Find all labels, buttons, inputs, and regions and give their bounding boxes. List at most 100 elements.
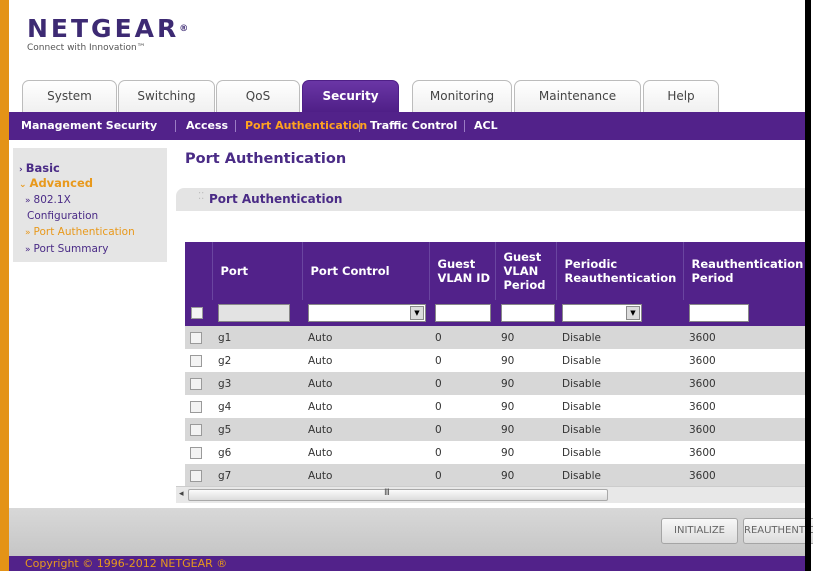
table-row[interactable]: g7 Auto 0 90 Disable 3600 [185, 464, 805, 486]
cell-port: g5 [212, 418, 302, 441]
initialize-button[interactable]: INITIALIZE [661, 518, 738, 544]
filter-row: ▼ ▼ [185, 300, 805, 326]
tab-help[interactable]: Help [643, 80, 719, 112]
cell-periodic-reauth: Disable [556, 349, 683, 372]
header-port[interactable]: Port [212, 242, 303, 300]
subnav-port-authentication[interactable]: Port Authentication [245, 112, 367, 140]
subnav-acl[interactable]: ACL [474, 112, 498, 140]
drag-grip-icon: ⁚⁚ [198, 191, 205, 202]
dropdown-arrow-icon: ▼ [626, 306, 640, 320]
row-checkbox-cell [185, 372, 212, 395]
tab-maintenance[interactable]: Maintenance [514, 80, 641, 112]
dropdown-arrow-icon: ▼ [410, 306, 424, 320]
nav-item-8021x[interactable]: » 802.1X [25, 194, 71, 206]
brand-name: NETGEAR [27, 14, 180, 43]
reauth-period-input[interactable] [689, 304, 749, 322]
cell-periodic-reauth: Disable [556, 464, 683, 486]
periodic-reauth-select[interactable]: ▼ [562, 304, 642, 322]
window-right-edge [805, 0, 811, 571]
section-title: Port Authentication [209, 192, 343, 206]
row-checkbox[interactable] [190, 377, 202, 390]
brand-reg: ® [179, 24, 192, 34]
cell-guest-vlan-period: 90 [495, 349, 556, 372]
table-row[interactable]: g1 Auto 0 90 Disable 3600 [185, 326, 805, 349]
tab-qos[interactable]: QoS [216, 80, 300, 112]
cell-periodic-reauth: Disable [556, 372, 683, 395]
nav-item-label: 802.1X [33, 194, 71, 206]
row-checkbox[interactable] [190, 469, 202, 482]
table-header-row: Port Port Control Guest VLAN ID Guest VLAN… [185, 242, 805, 300]
port-auth-table-container: Port Port Control Guest VLAN ID Guest VLAN… [185, 242, 805, 486]
port-filter-input[interactable] [218, 304, 290, 322]
nav-advanced-label: Advanced [29, 176, 93, 190]
header-guest-vlan-id[interactable]: Guest VLAN ID [429, 242, 496, 300]
cell-port-control: Auto [302, 395, 429, 418]
cell-reauth-period: 3600 [683, 418, 805, 441]
double-chevron-icon: » [25, 228, 31, 238]
reauthenticate-button[interactable]: REAUTHENTICA [743, 518, 813, 544]
header-periodic-reauth[interactable]: Periodic Reauthentication [556, 242, 684, 300]
filter-cell: ▼ [302, 300, 429, 326]
guest-vlan-id-input[interactable] [435, 304, 491, 322]
guest-vlan-period-input[interactable] [501, 304, 555, 322]
nav-basic[interactable]: › Basic [19, 161, 60, 175]
left-accent-bar [0, 0, 9, 571]
header-port-control[interactable]: Port Control [302, 242, 430, 300]
cell-guest-vlan-period: 90 [495, 418, 556, 441]
row-checkbox-cell [185, 418, 212, 441]
subnav-management-security[interactable]: Management Security [21, 112, 157, 140]
cell-port-control: Auto [302, 349, 429, 372]
cell-port: g1 [212, 326, 302, 349]
row-checkbox[interactable] [190, 446, 202, 459]
cell-reauth-period: 3600 [683, 349, 805, 372]
row-checkbox-cell [185, 464, 212, 486]
port-control-select[interactable]: ▼ [308, 304, 426, 322]
nav-item-port-summary[interactable]: » Port Summary [25, 243, 108, 255]
nav-item-configuration[interactable]: Configuration [27, 210, 98, 222]
scrollbar-grip: III [384, 488, 390, 498]
table-row[interactable]: g4 Auto 0 90 Disable 3600 [185, 395, 805, 418]
nav-item-port-authentication[interactable]: » Port Authentication [25, 226, 135, 238]
header-text: Periodic [564, 257, 618, 271]
cell-port: g4 [212, 395, 302, 418]
subnav-access[interactable]: Access [186, 112, 228, 140]
row-checkbox[interactable] [190, 331, 202, 344]
header-guest-vlan-period[interactable]: Guest VLAN Period [495, 242, 557, 300]
tab-switching[interactable]: Switching [118, 80, 215, 112]
cell-periodic-reauth: Disable [556, 326, 683, 349]
cell-port: g2 [212, 349, 302, 372]
cell-guest-vlan-id: 0 [429, 326, 495, 349]
scrollbar-thumb[interactable]: III [188, 488, 608, 501]
table-row[interactable]: g2 Auto 0 90 Disable 3600 [185, 349, 805, 372]
cell-periodic-reauth: Disable [556, 395, 683, 418]
table-row[interactable]: g5 Auto 0 90 Disable 3600 [185, 418, 805, 441]
cell-port: g6 [212, 441, 302, 464]
table-row[interactable]: g6 Auto 0 90 Disable 3600 [185, 441, 805, 464]
horizontal-scrollbar[interactable]: ◂ III [176, 486, 805, 503]
copyright-footer: Copyright © 1996-2012 NETGEAR ® [9, 556, 805, 571]
cell-guest-vlan-id: 0 [429, 418, 495, 441]
app-frame: NETGEAR® Connect with Innovation™ System… [0, 0, 818, 571]
scroll-left-arrow-icon[interactable]: ◂ [179, 489, 184, 499]
row-checkbox[interactable] [190, 400, 202, 413]
cell-guest-vlan-period: 90 [495, 372, 556, 395]
row-checkbox-cell [185, 395, 212, 418]
cell-port-control: Auto [302, 418, 429, 441]
cell-periodic-reauth: Disable [556, 441, 683, 464]
subnav-traffic-control[interactable]: Traffic Control [370, 112, 457, 140]
tab-system[interactable]: System [22, 80, 117, 112]
subnav-separator [235, 120, 236, 132]
table-row[interactable]: g3 Auto 0 90 Disable 3600 [185, 372, 805, 395]
row-checkbox[interactable] [190, 354, 202, 367]
tab-security[interactable]: Security [302, 80, 399, 112]
subnav-separator [359, 120, 360, 132]
cell-guest-vlan-period: 90 [495, 326, 556, 349]
filter-cell [495, 300, 556, 326]
select-all-checkbox[interactable] [191, 307, 203, 319]
tab-monitoring[interactable]: Monitoring [412, 80, 512, 112]
header-reauth-period[interactable]: Reauthentication Period [683, 242, 805, 300]
cell-port: g7 [212, 464, 302, 486]
row-checkbox[interactable] [190, 423, 202, 436]
nav-advanced[interactable]: ⌄ Advanced [19, 176, 93, 190]
cell-guest-vlan-period: 90 [495, 441, 556, 464]
